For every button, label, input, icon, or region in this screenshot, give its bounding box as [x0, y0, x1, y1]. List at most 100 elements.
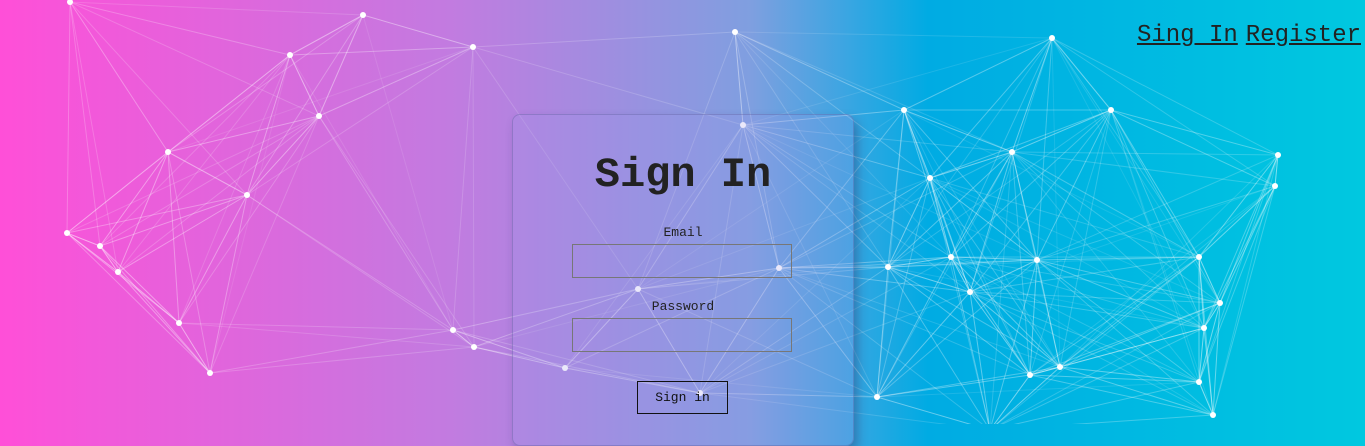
- network-node: [316, 113, 322, 119]
- network-line: [69, 1, 248, 196]
- network-node: [165, 149, 171, 155]
- network-line: [289, 14, 364, 56]
- network-line: [742, 37, 1053, 126]
- email-label: Email: [663, 225, 703, 240]
- network-node: [1196, 254, 1202, 260]
- network-line: [452, 46, 474, 331]
- network-line: [1198, 185, 1276, 258]
- network-line: [99, 245, 211, 374]
- network-line: [969, 109, 1112, 293]
- email-field[interactable]: [572, 244, 792, 278]
- network-node: [1272, 183, 1278, 189]
- network-line: [69, 1, 101, 247]
- network-line: [929, 37, 1053, 179]
- network-line: [318, 115, 475, 348]
- network-line: [1051, 37, 1200, 258]
- network-line: [1011, 151, 1200, 258]
- network-node: [115, 269, 121, 275]
- network-line: [887, 151, 1013, 268]
- network-line: [472, 31, 736, 48]
- network-node: [885, 264, 891, 270]
- form-title: Sign In: [594, 151, 772, 199]
- network-node: [1049, 35, 1055, 41]
- network-node: [1201, 325, 1207, 331]
- network-node: [64, 230, 70, 236]
- network-line: [178, 115, 320, 324]
- network-line: [1051, 37, 1112, 111]
- network-node: [1196, 379, 1202, 385]
- network-line: [1036, 37, 1053, 261]
- network-line: [950, 256, 1061, 368]
- network-line: [167, 14, 364, 153]
- network-line: [1051, 37, 1221, 304]
- network-line: [289, 54, 320, 117]
- password-field[interactable]: [572, 318, 792, 352]
- nav-sign-in-link[interactable]: Sing In: [1137, 22, 1238, 49]
- network-node: [901, 107, 907, 113]
- network-node: [1057, 364, 1063, 370]
- network-line: [734, 31, 1053, 39]
- network-line: [1011, 151, 1279, 156]
- network-line: [1203, 302, 1221, 329]
- network-node: [1027, 372, 1033, 378]
- sign-in-button[interactable]: Sign in: [637, 381, 728, 414]
- network-line: [876, 266, 889, 398]
- network-line: [99, 245, 180, 324]
- network-node: [1108, 107, 1114, 113]
- sign-in-card: Sign In Email Password Sign in: [512, 114, 854, 446]
- network-line: [209, 329, 454, 374]
- network-node: [176, 320, 182, 326]
- network-node: [927, 175, 933, 181]
- password-label: Password: [651, 299, 715, 314]
- network-line: [1059, 302, 1221, 368]
- network-line: [178, 194, 248, 324]
- network-line: [117, 151, 169, 273]
- network-line: [289, 46, 474, 56]
- network-node: [1217, 300, 1223, 306]
- network-line: [362, 14, 474, 48]
- network-line: [117, 271, 211, 374]
- network-line: [734, 31, 744, 126]
- network-line: [1212, 302, 1221, 416]
- network-line: [1051, 37, 1279, 156]
- nav-register-link[interactable]: Register: [1246, 22, 1361, 49]
- top-nav: Sing In Register: [1137, 22, 1361, 49]
- network-node: [450, 327, 456, 333]
- network-line: [472, 46, 475, 348]
- network-line: [1029, 109, 1112, 376]
- network-node: [732, 29, 738, 35]
- network-line: [1212, 185, 1276, 416]
- network-line: [1051, 37, 1276, 187]
- network-line: [167, 46, 474, 153]
- network-node: [948, 254, 954, 260]
- network-node: [967, 289, 973, 295]
- network-line: [66, 232, 211, 374]
- network-node: [470, 44, 476, 50]
- network-line: [66, 232, 101, 247]
- network-node: [287, 52, 293, 58]
- network-node: [1210, 412, 1216, 418]
- network-node: [1034, 257, 1040, 263]
- network-line: [318, 115, 454, 331]
- network-node: [207, 370, 213, 376]
- network-line: [1059, 154, 1279, 368]
- network-node: [1275, 152, 1281, 158]
- network-line: [66, 1, 71, 234]
- network-line: [876, 396, 972, 424]
- network-node: [244, 192, 250, 198]
- network-line: [167, 151, 180, 324]
- network-line: [117, 54, 291, 273]
- network-line: [209, 194, 248, 374]
- network-node: [360, 12, 366, 18]
- network-node: [1009, 149, 1015, 155]
- network-node: [97, 243, 103, 249]
- network-node: [874, 394, 880, 400]
- network-line: [117, 271, 180, 324]
- network-line: [1059, 366, 1214, 416]
- network-line: [289, 54, 454, 331]
- network-node: [471, 344, 477, 350]
- network-line: [318, 46, 474, 117]
- network-line: [66, 115, 320, 234]
- network-line: [903, 37, 1053, 111]
- network-line: [209, 346, 475, 374]
